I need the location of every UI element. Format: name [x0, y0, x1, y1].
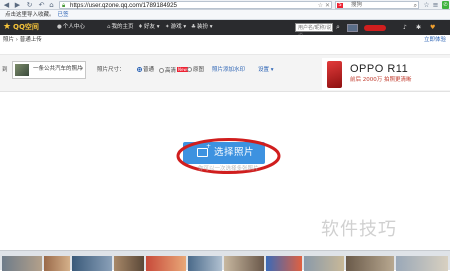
- home-icon[interactable]: ⌂: [47, 1, 56, 9]
- upload-hint: 你可以一次选择多张照片: [198, 166, 259, 172]
- thumbnail[interactable]: [224, 256, 264, 271]
- refresh-icon[interactable]: ↻: [25, 1, 34, 9]
- thumbnail[interactable]: [396, 256, 448, 271]
- star-icon[interactable]: ☆: [318, 2, 323, 9]
- browser-search-input[interactable]: 搜狗: [351, 2, 362, 9]
- nav-personal-center[interactable]: ●个人中心: [57, 23, 85, 32]
- thumbnail[interactable]: [44, 256, 70, 271]
- phone-image: [327, 61, 342, 88]
- thumbnail[interactable]: [146, 256, 186, 271]
- album-thumbnail: [15, 64, 29, 76]
- size-hd-radio[interactable]: 高清 New: [159, 67, 188, 75]
- try-now-link[interactable]: 立即体验: [424, 37, 446, 44]
- size-original-radio[interactable]: 原图: [187, 67, 204, 74]
- radio-icon: [159, 68, 164, 73]
- album-name: 一条公共汽车的照片: [33, 66, 83, 72]
- star-logo-icon: ★: [3, 22, 12, 32]
- bell-icon[interactable]: ♪: [403, 23, 407, 32]
- avatar[interactable]: [347, 24, 358, 32]
- close-icon[interactable]: ✕: [325, 2, 330, 9]
- bookmark-bar: 点击这里导入收藏。 已签: [0, 10, 450, 20]
- upload-area: 选择照片 你可以一次选择多张照片 软件技巧: [0, 92, 450, 250]
- bookmark-import-text: 点击这里导入收藏。 已签: [5, 12, 69, 18]
- menu-icon[interactable]: ≡: [432, 1, 439, 9]
- search-icon[interactable]: ⌕: [336, 23, 340, 32]
- breadcrumb[interactable]: 照片 › 普通上传: [3, 37, 42, 44]
- url-bar[interactable]: 🔒︎ https://user.qzone.qq.com/1789184925 …: [59, 1, 332, 9]
- back-icon[interactable]: ◀: [2, 1, 11, 9]
- watermark-checkbox[interactable]: 照片添加水印: [212, 67, 245, 74]
- user-icon: ●: [57, 24, 62, 30]
- thumbnail[interactable]: [188, 256, 222, 271]
- album-select[interactable]: 一条公共汽车的照片 ▾: [12, 61, 86, 79]
- qzone-logo[interactable]: ★ QQ空间: [3, 23, 39, 32]
- radio-checked-icon: [137, 67, 142, 72]
- star-icon[interactable]: ☆: [423, 1, 430, 9]
- photo-size-label: 照片尺寸：: [97, 67, 125, 73]
- thumbnail[interactable]: [72, 256, 112, 271]
- thumbnail[interactable]: [346, 256, 394, 271]
- nav-games[interactable]: ✦游戏 ▾: [165, 23, 186, 32]
- url-text[interactable]: https://user.qzone.qq.com/1789184925: [70, 2, 177, 9]
- thumbnail-strip: [0, 250, 450, 271]
- settings-dropdown[interactable]: 设置 ▾: [258, 67, 274, 74]
- gamepad-icon: ✦: [165, 24, 170, 30]
- nav-my-homepage[interactable]: ⌂我的主页: [107, 23, 134, 32]
- wechat-icon[interactable]: ✆: [442, 1, 449, 9]
- thumbnail[interactable]: [304, 256, 344, 271]
- search-engine-icon[interactable]: S: [337, 3, 343, 8]
- nav-friends[interactable]: ♦好友 ▾: [138, 23, 159, 32]
- ad-banner[interactable]: OPPO R11 前后 2000万 拍照更清晰: [322, 58, 450, 90]
- upload-to-label: 到: [2, 67, 8, 73]
- gear-icon[interactable]: ✱: [416, 23, 421, 32]
- search-icon[interactable]: ⌕: [414, 2, 417, 9]
- qzone-search-input[interactable]: 用户名/昵称/说说: [295, 23, 333, 39]
- ad-title: OPPO R11: [350, 63, 409, 75]
- browser-search-box[interactable]: S 搜狗 ⌕: [335, 1, 419, 9]
- friends-icon: ♦: [138, 24, 143, 30]
- back-arrow-icon[interactable]: ↶: [37, 1, 46, 9]
- breadcrumb-bar: 照片 › 普通上传 立即体验: [0, 35, 450, 55]
- shirt-icon: ♣: [191, 24, 196, 30]
- site-watermark: 软件技巧: [321, 219, 397, 240]
- nav-decorate[interactable]: ♣装扮 ▾: [191, 23, 212, 32]
- heart-icon[interactable]: ♥: [430, 23, 435, 32]
- redacted-username[interactable]: [364, 25, 386, 31]
- thumbnail[interactable]: [2, 256, 42, 271]
- thumbnail[interactable]: [114, 256, 144, 271]
- size-normal-radio[interactable]: 普通: [137, 67, 154, 74]
- radio-icon: [187, 67, 192, 72]
- lock-icon: 🔒︎: [62, 2, 66, 9]
- bookmark-link[interactable]: 已签: [58, 12, 69, 18]
- browser-toolbar: ◀ ▶ ↻ ↶ ⌂ 🔒︎ https://user.qzone.qq.com/1…: [0, 0, 450, 10]
- forward-icon[interactable]: ▶: [13, 1, 22, 9]
- chevron-down-icon: ▾: [80, 66, 83, 72]
- home-icon: ⌂: [107, 24, 111, 30]
- ad-subtitle: 前后 2000万 拍照更清晰: [350, 77, 412, 83]
- thumbnail[interactable]: [266, 256, 302, 271]
- qzone-top-bar: ★ QQ空间 ●个人中心 ⌂我的主页 ♦好友 ▾ ✦游戏 ▾ ♣装扮 ▾ 用户名…: [0, 20, 450, 39]
